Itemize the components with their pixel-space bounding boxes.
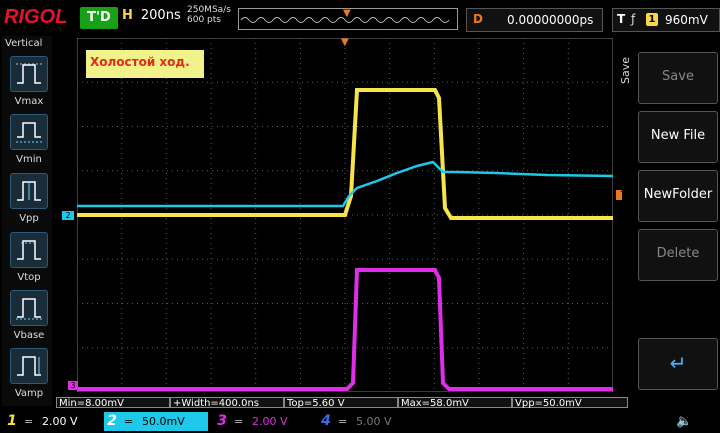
ch2-offset-marker[interactable]: 2 — [62, 211, 74, 220]
measure-width: +Width=400.0ns — [170, 397, 284, 409]
measure-vpp-button[interactable]: Vpp — [10, 173, 50, 231]
ch3-coupling-icon: = — [234, 415, 244, 428]
delay-label: D — [473, 12, 483, 26]
trigger-source-badge: 1 — [646, 13, 658, 26]
timebase-value: 200ns — [140, 8, 181, 23]
vamp-label: Vamp — [14, 388, 44, 399]
vtop-icon — [10, 232, 48, 268]
ch1-scale: 2.00 V — [42, 415, 78, 428]
ch2-scale: 50.0mV — [142, 415, 185, 428]
delay-readout[interactable]: D 0.00000000ps — [466, 8, 603, 32]
timebase-readout[interactable]: H 200ns — [122, 8, 182, 28]
trigger-position-icon: ▼ — [343, 8, 351, 19]
speaker-icon[interactable]: 🔈 — [676, 414, 692, 429]
sample-info: 250MSa/s 600 pts — [187, 5, 233, 25]
measure-vtop-button[interactable]: Vtop — [10, 232, 50, 290]
vbase-icon — [10, 290, 48, 326]
measure-vbase-button[interactable]: Vbase — [10, 290, 50, 348]
vamp-icon — [10, 348, 48, 384]
vpp-label: Vpp — [19, 213, 39, 224]
measure-vmin-button[interactable]: Vmin — [10, 114, 50, 172]
channel-1-status[interactable]: 1 = 2.00 V — [4, 412, 98, 431]
ch2-number: 2 — [107, 413, 117, 429]
measure-vmax-button[interactable]: Vmax — [10, 56, 50, 114]
ch3-offset-marker[interactable]: 3 — [68, 381, 78, 390]
delay-value: 0.00000000ps — [507, 13, 594, 27]
brand-logo: RIGOL — [4, 6, 68, 28]
rising-edge-icon: ƒ — [631, 12, 636, 26]
measure-panel-title: Vertical — [5, 38, 43, 49]
new-file-button[interactable]: New File — [638, 111, 718, 163]
vtop-label: Vtop — [17, 272, 41, 283]
ch4-coupling-icon: = — [338, 415, 348, 428]
run-status-badge[interactable]: T'D — [80, 7, 118, 29]
ch3-scale: 2.00 V — [252, 415, 288, 428]
memory-depth: 600 pts — [187, 15, 221, 25]
measure-min: Min=8.00mV — [56, 397, 170, 409]
vmin-icon — [10, 114, 48, 150]
save-menu-title: Save — [619, 56, 632, 84]
new-folder-button[interactable]: NewFolder — [638, 170, 718, 222]
save-button[interactable]: Save — [638, 52, 718, 104]
vbase-label: Vbase — [13, 330, 45, 341]
channel-4-status[interactable]: 4 = 5.00 V — [318, 412, 414, 431]
vpp-icon — [10, 173, 48, 209]
trigger-readout[interactable]: T ƒ 1 960mV — [612, 8, 720, 32]
measure-vamp-button[interactable]: Vamp — [10, 348, 50, 406]
waveform-display[interactable] — [77, 38, 613, 392]
delete-button[interactable]: Delete — [638, 229, 718, 281]
trigger-time-marker[interactable]: ▼ — [341, 38, 349, 48]
sample-rate: 250MSa/s — [187, 5, 231, 15]
ch4-scale: 5.00 V — [356, 415, 392, 428]
measure-max: Max=58.0mV — [398, 397, 512, 409]
ch4-number: 4 — [321, 413, 331, 429]
return-icon[interactable]: ↵ — [638, 338, 718, 390]
trigger-level-value: 960mV — [665, 13, 708, 27]
ch3-number: 3 — [217, 413, 227, 429]
ch2-coupling-icon: = — [124, 415, 134, 428]
vmax-icon — [10, 56, 48, 92]
vmax-label: Vmax — [14, 96, 44, 107]
ch1-number: 1 — [7, 413, 17, 429]
trigger-label: T — [617, 12, 626, 26]
horizontal-label: H — [122, 8, 133, 23]
annotation-label[interactable]: Холостой ход. — [86, 50, 204, 78]
channel-2-status[interactable]: 2 = 50.0mV — [104, 412, 208, 431]
channel-3-status[interactable]: 3 = 2.00 V — [214, 412, 310, 431]
measure-vpp: Vpp=50.0mV — [512, 397, 628, 409]
measure-top: Top=5.60 V — [284, 397, 398, 409]
ch1-coupling-icon: = — [24, 415, 34, 428]
vmin-label: Vmin — [16, 154, 42, 165]
